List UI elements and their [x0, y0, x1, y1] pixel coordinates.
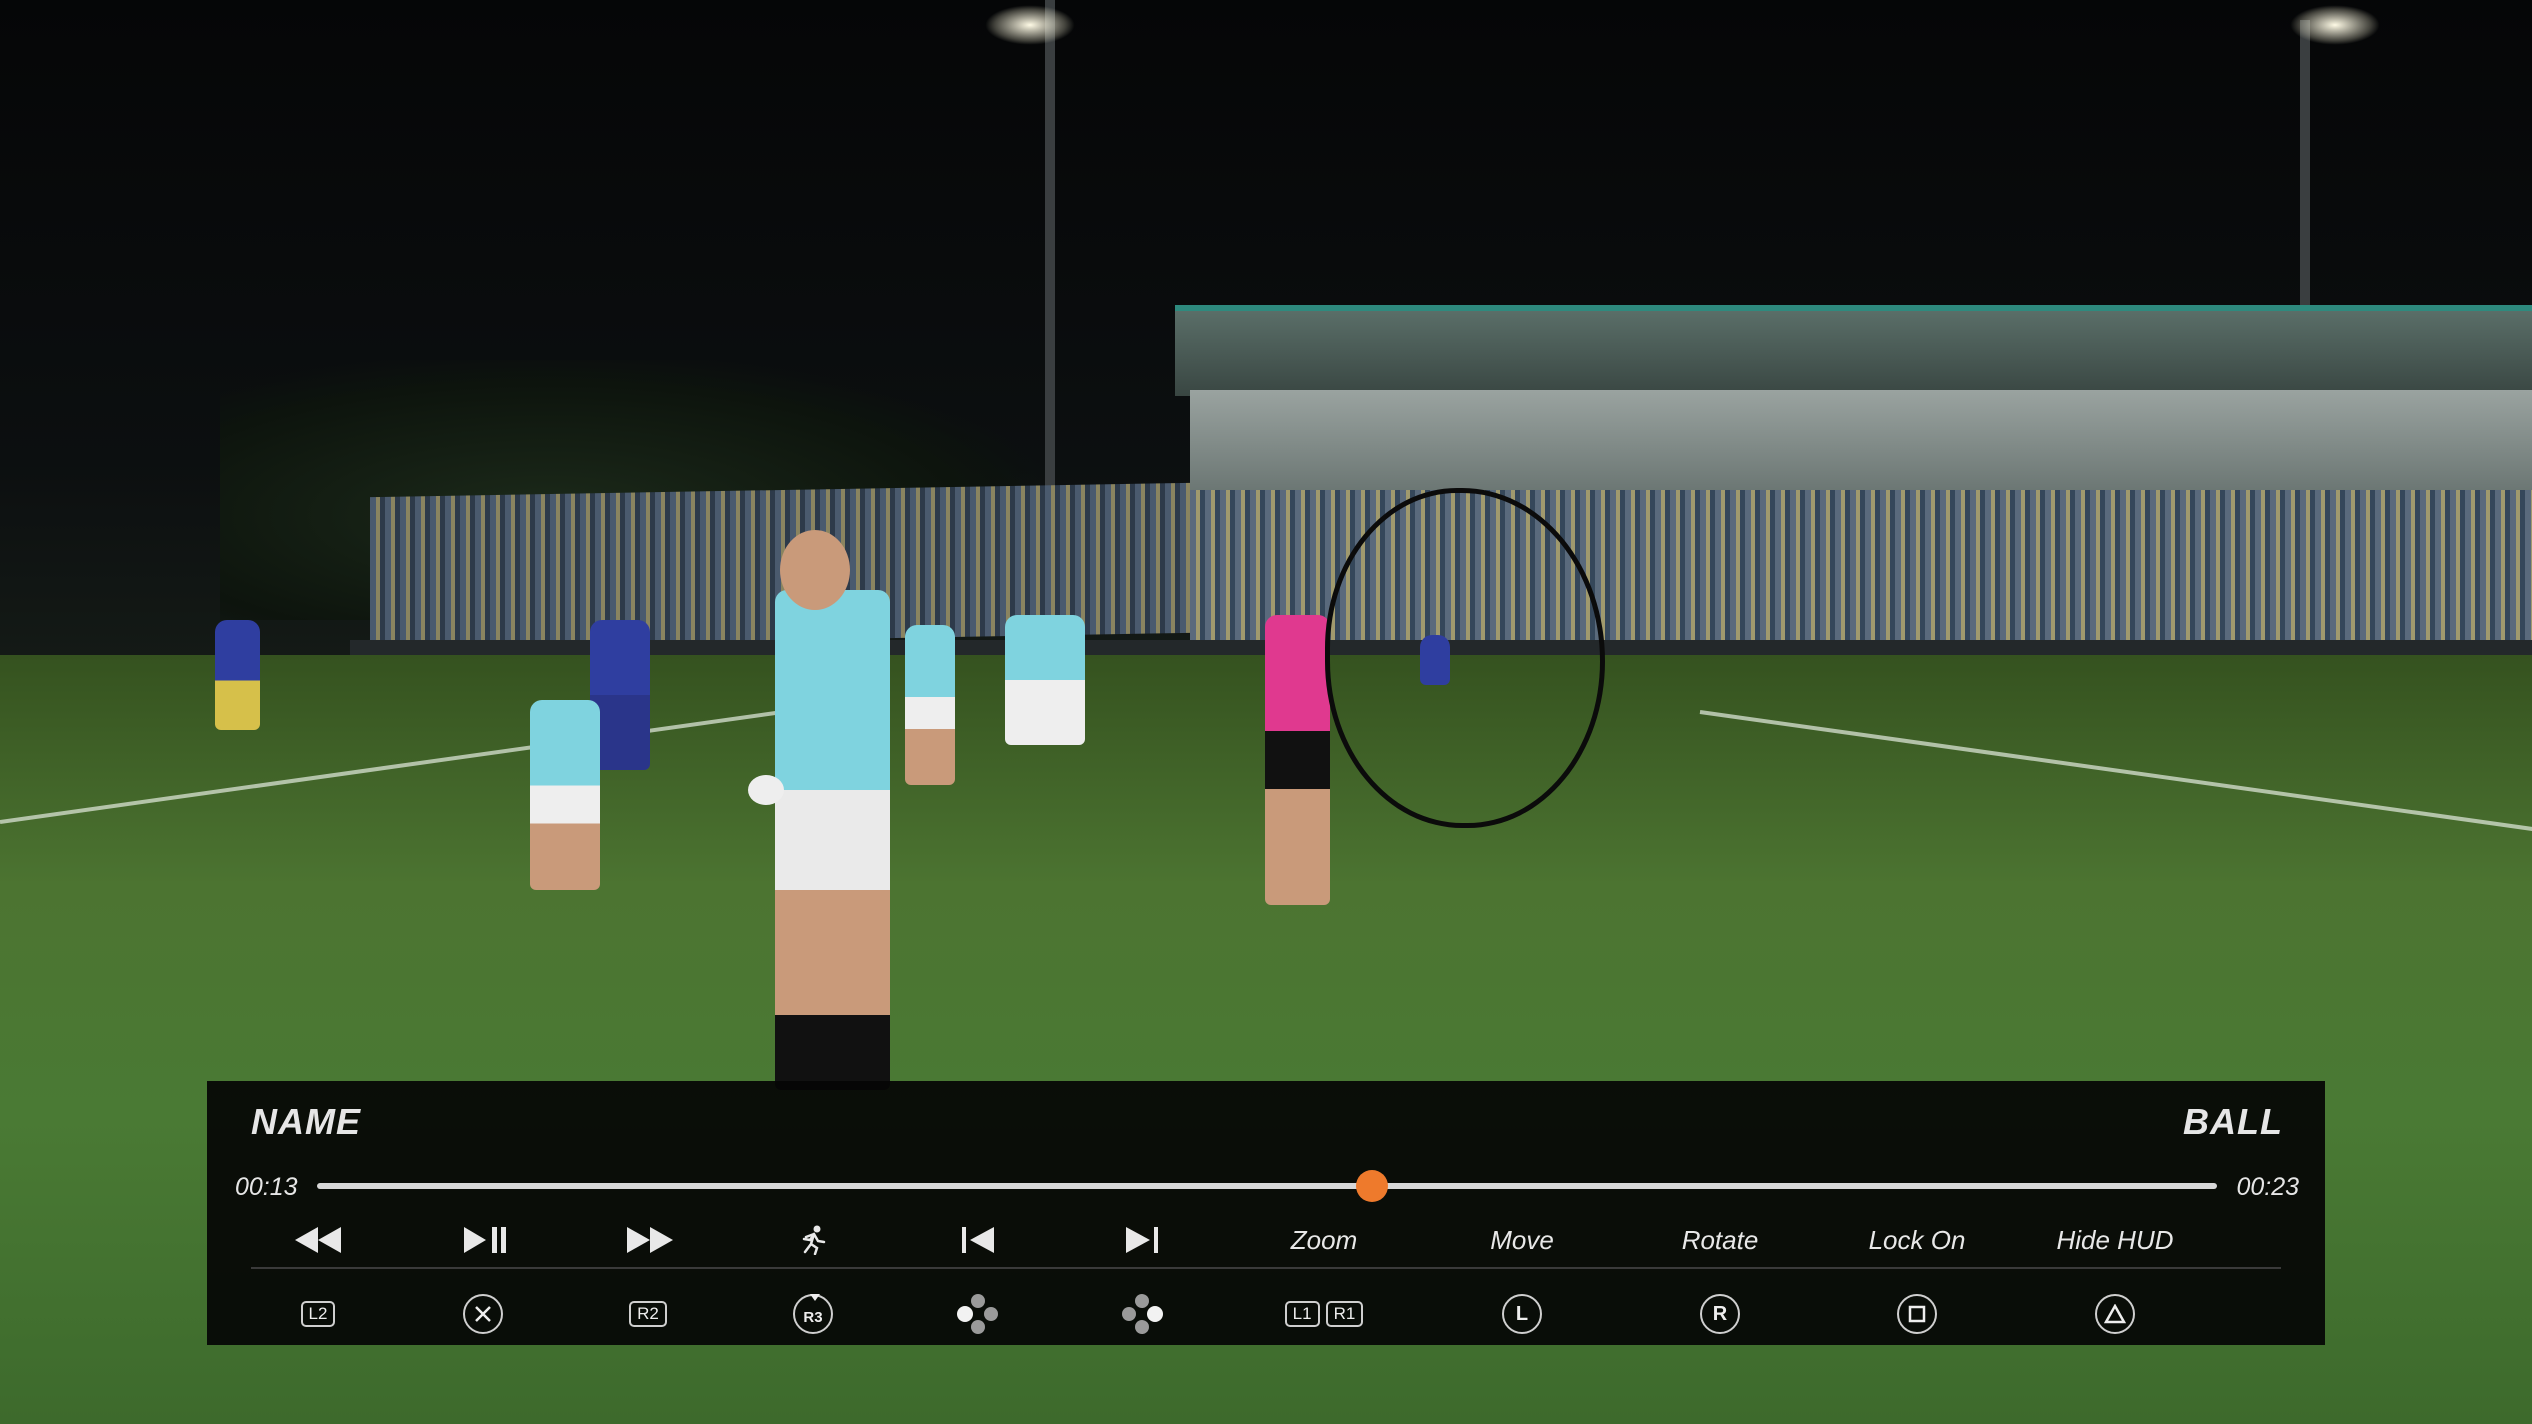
total-time: 00:23 [2236, 1173, 2299, 1201]
button-prompts: L2 R2 R3 L1 R1 L R [207, 1286, 2325, 1342]
replay-hud: NAME BALL 00:13 00:23 Zoom Move Rotate L… [207, 1081, 2325, 1345]
rewind-button[interactable] [258, 1212, 378, 1268]
skip-back-button[interactable] [918, 1212, 1038, 1268]
camera-target-ball[interactable]: BALL [2183, 1101, 2283, 1143]
play-pause-button[interactable] [426, 1212, 546, 1268]
floodlight [985, 5, 1075, 45]
player-camera-button[interactable] [753, 1212, 873, 1268]
lock-on-label: Lock On [1868, 1224, 1966, 1255]
r3-stick-icon: R3 [793, 1294, 833, 1334]
move-label: Move [1490, 1224, 1554, 1255]
rotate-prompt: R [1680, 1286, 1760, 1342]
square-button-icon [1897, 1294, 1937, 1334]
stadium-roof [1175, 305, 2532, 396]
scrubber-handle[interactable] [1355, 1170, 1388, 1202]
player-group [1005, 615, 1085, 745]
fast-forward-icon [627, 1227, 673, 1253]
l2-key: L2 [300, 1301, 336, 1327]
r2-key: R2 [629, 1301, 667, 1327]
skip-forward-button[interactable] [1082, 1212, 1202, 1268]
hide-hud-label: Hide HUD [2056, 1224, 2174, 1255]
cross-button-icon [463, 1294, 503, 1334]
left-stick-icon: L [1502, 1294, 1542, 1334]
dpad-right-prompt [1102, 1286, 1182, 1342]
player-foreground [775, 590, 890, 1090]
l1-key: L1 [1284, 1301, 1320, 1327]
dpad-left-icon [957, 1294, 998, 1334]
r2-prompt: R2 [608, 1286, 688, 1342]
floodlight [2290, 5, 2380, 45]
hand-drawn-circle-annotation [1325, 488, 1605, 828]
rewind-icon [295, 1227, 341, 1253]
fast-forward-button[interactable] [590, 1212, 710, 1268]
stand-underside [1190, 390, 2532, 490]
player-crouching [530, 700, 600, 890]
replay-controls: Zoom Move Rotate Lock On Hide HUD [207, 1212, 2325, 1268]
zoom-prompt: L1 R1 [1274, 1286, 1374, 1342]
lock-on-prompt [1877, 1286, 1957, 1342]
referee [1265, 615, 1330, 905]
current-time: 00:13 [235, 1173, 298, 1201]
dpad-right-icon [1122, 1294, 1163, 1334]
timeline-scrubber[interactable] [317, 1170, 2217, 1202]
dpad-left-prompt [938, 1286, 1018, 1342]
rotate-label: Rotate [1681, 1224, 1759, 1255]
play-pause-icon [464, 1227, 506, 1253]
skip-back-icon [962, 1227, 994, 1253]
player-head [780, 530, 850, 610]
zoom-label: Zoom [1290, 1224, 1358, 1255]
rugby-ball [748, 775, 784, 805]
move-prompt: L [1482, 1286, 1562, 1342]
camera-target-name[interactable]: NAME [251, 1101, 361, 1143]
player-far-left [215, 620, 260, 730]
skip-forward-icon [1126, 1227, 1158, 1253]
r3-prompt: R3 [773, 1286, 853, 1342]
running-player-icon [802, 1225, 826, 1255]
hide-hud-prompt [2075, 1286, 2155, 1342]
hud-divider [251, 1267, 2281, 1269]
triangle-button-icon [2095, 1294, 2135, 1334]
player-mid [905, 625, 955, 785]
l2-prompt: L2 [278, 1286, 358, 1342]
r1-key: R1 [1325, 1301, 1364, 1327]
floodlight-pole [1045, 0, 1055, 500]
cross-prompt [443, 1286, 523, 1342]
r3-key: R3 [803, 1308, 823, 1326]
right-stick-icon: R [1700, 1294, 1740, 1334]
